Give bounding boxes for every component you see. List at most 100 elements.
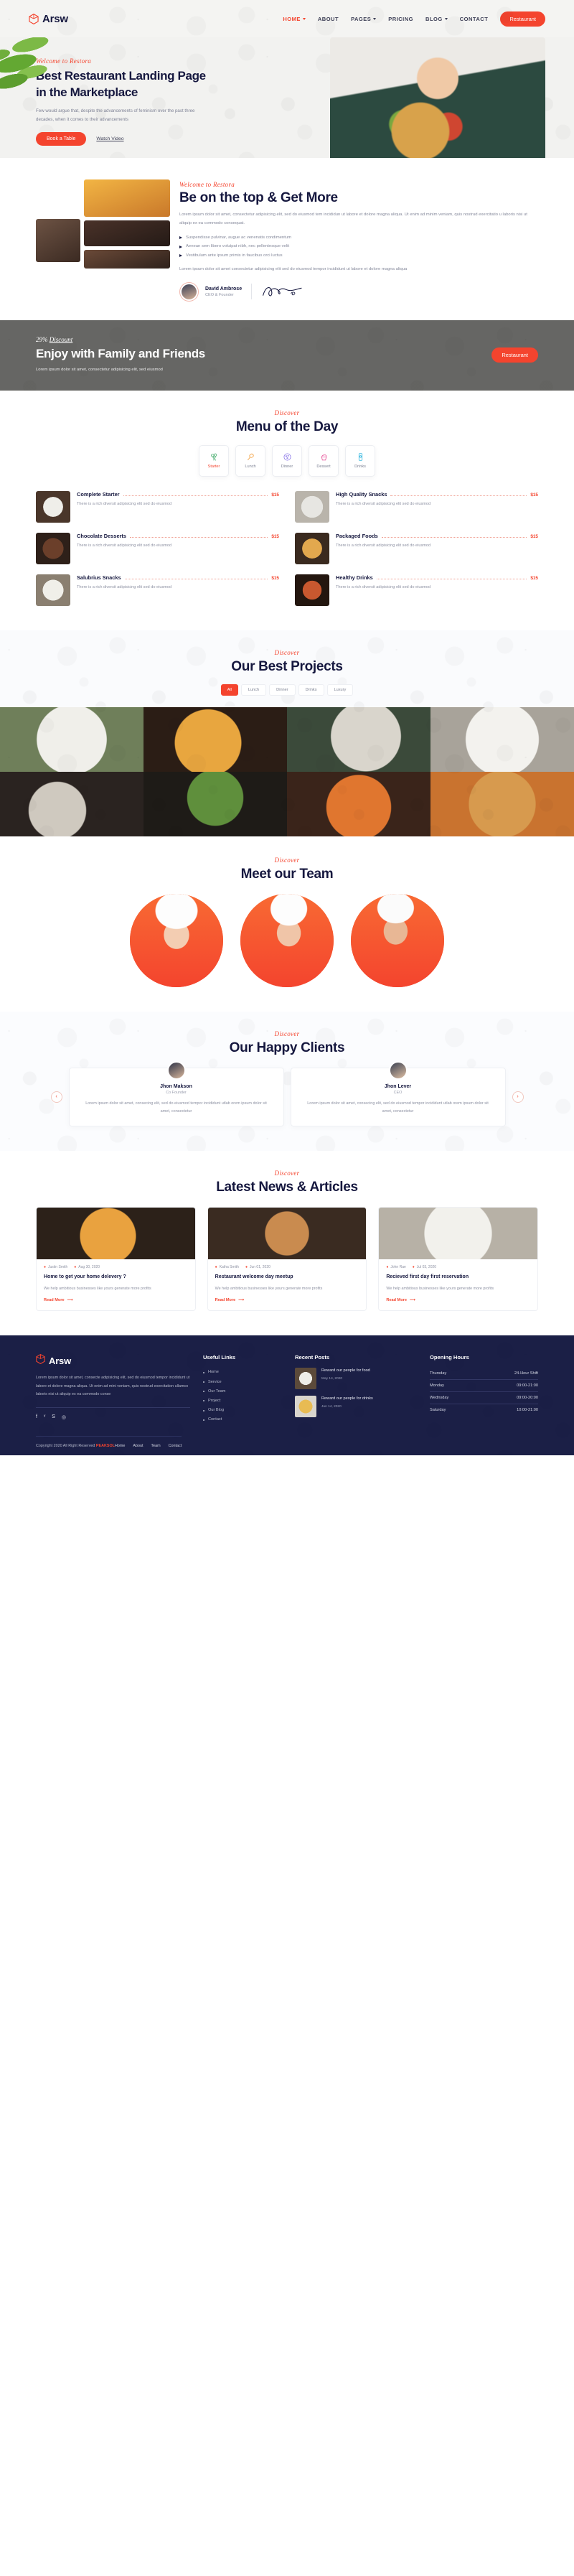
team-member-avatar xyxy=(351,893,444,987)
project-filter-dinner[interactable]: Dinner xyxy=(269,683,296,696)
site-logo[interactable]: Arsw xyxy=(29,13,68,25)
team-member[interactable] xyxy=(130,893,223,987)
team-member[interactable] xyxy=(240,893,334,987)
footer-link-our-blog[interactable]: Our Blog xyxy=(203,1406,282,1415)
project-filter-all[interactable]: All xyxy=(220,683,238,696)
about-bullet-text: Suspendisse pulvinar, augue ac venenatis… xyxy=(186,235,292,241)
menu-item-price: $15 xyxy=(271,575,279,581)
footer-bottom-link-team[interactable]: Team xyxy=(151,1444,160,1448)
hours-row: Wednsday 09:00-20:00 xyxy=(430,1392,538,1404)
menu-tab-dinner[interactable]: Dinner xyxy=(272,444,302,477)
nav-label: PAGES xyxy=(351,15,372,22)
promo-restaurant-button[interactable]: Restaurant xyxy=(491,347,538,363)
project-tile[interactable] xyxy=(144,771,287,836)
menu-item-price: $15 xyxy=(530,492,538,498)
blog-author: ● John Rae xyxy=(386,1264,406,1269)
nav-item-about[interactable]: ABOUT xyxy=(318,16,339,22)
client-name: Jhon Makson xyxy=(160,1083,192,1089)
blog-author: ● Justin Smith xyxy=(44,1264,68,1269)
header-restaurant-button[interactable]: Restaurant xyxy=(500,11,545,27)
hero-section: Welcome to Restora Best Restaurant Landi… xyxy=(0,37,574,158)
client-card: Jhon Makson Co Founder Lorem ipsum dolor… xyxy=(68,1060,284,1126)
project-tile[interactable] xyxy=(430,771,574,836)
footer-link-project[interactable]: Project xyxy=(203,1396,282,1406)
menu-item[interactable]: Salubrius Snacks $15 There is a rich div… xyxy=(36,574,279,606)
blog-card[interactable]: ● John Rae ● Jul 03, 2020 Recieved first d… xyxy=(378,1206,538,1312)
project-filter-luxury[interactable]: Luxury xyxy=(326,683,354,696)
read-more-link[interactable]: Read More ⟶ xyxy=(37,1292,195,1310)
chevron-down-icon xyxy=(444,17,448,20)
footer-recent-post[interactable]: Reward our people for drinks Jun 14, 202… xyxy=(295,1396,417,1418)
menu-tab-drinks[interactable]: Drinks xyxy=(345,444,375,477)
book-a-table-button[interactable]: Book a Table xyxy=(36,132,87,146)
read-more-link[interactable]: Read More ⟶ xyxy=(208,1292,367,1310)
promo-title: Enjoy with Family and Friends xyxy=(36,346,205,360)
client-role: Co Founder xyxy=(166,1090,187,1095)
menu-tab-lunch[interactable]: Lunch xyxy=(235,444,265,477)
menu-tab-label: Drinks xyxy=(354,465,366,470)
menu-tab-starter[interactable]: Starter xyxy=(199,444,229,477)
project-filter-lunch[interactable]: Lunch xyxy=(240,683,267,696)
site-header: Arsw HOME ABOUT PAGES PRICING BLOG CONTA… xyxy=(0,0,574,37)
menu-tab-dessert[interactable]: Dessert xyxy=(309,444,339,477)
clients-title: Our Happy Clients xyxy=(229,1040,345,1055)
blog-date: ● Aug 30, 2020 xyxy=(74,1264,100,1269)
footer-links-list: Home Service Our Team Project Our Blog C… xyxy=(203,1368,282,1424)
project-tile[interactable] xyxy=(287,706,430,772)
chevron-left-icon[interactable]: ‹ xyxy=(50,1091,62,1103)
blog-card[interactable]: ● Justin Smith ● Aug 30, 2020 Home to get … xyxy=(36,1206,196,1312)
team-member[interactable] xyxy=(351,893,444,987)
hours-day: Monday xyxy=(430,1383,444,1389)
menu-item[interactable]: Packaged Foods $15 There is a rich diver… xyxy=(295,532,538,564)
copyright-brand: PEAKSOL xyxy=(95,1444,115,1449)
about-eyebrow: Welcome to Restora xyxy=(179,181,235,188)
menu-tab-label: Dessert xyxy=(316,465,331,470)
hours-time: 24-Hour Shift xyxy=(514,1371,538,1376)
footer-bottom-link-home[interactable]: Home xyxy=(115,1444,125,1448)
footer-recent-post[interactable]: Reward our people for food May 14, 2020 xyxy=(295,1368,417,1390)
project-filter-drinks[interactable]: Drinks xyxy=(298,683,324,696)
client-role: CEO xyxy=(393,1090,403,1095)
project-tile[interactable] xyxy=(144,706,287,772)
main-nav: HOME ABOUT PAGES PRICING BLOG CONTACT Re… xyxy=(283,11,545,27)
footer-link-contact[interactable]: Contact xyxy=(203,1415,282,1424)
promo-discount: 29% Discount xyxy=(36,336,491,343)
footer-logo[interactable]: Arsw xyxy=(36,1354,190,1368)
menu-tab-label: Lunch xyxy=(245,465,256,470)
bullet-dot-icon xyxy=(203,1409,204,1411)
footer-link-our-team[interactable]: Our Team xyxy=(203,1387,282,1396)
clients-eyebrow: Discover xyxy=(274,1030,300,1037)
menu-item[interactable]: Healthy Drinks $15 There is a rich diver… xyxy=(295,574,538,606)
project-tile[interactable] xyxy=(0,771,144,836)
team-title: Meet our Team xyxy=(240,866,334,882)
about-bullet-text: Vestibulum ante ipsum primis in faucibus… xyxy=(186,253,283,258)
blog-card[interactable]: ● Katha Smith ● Jun 01, 2020 Restaurant we… xyxy=(207,1206,367,1312)
chevron-right-icon[interactable]: › xyxy=(512,1091,524,1103)
footer-bottom-link-contact[interactable]: Contact xyxy=(169,1444,182,1448)
promo-paragraph: Lorem ipsum dolor sit amet, consectetur … xyxy=(36,367,163,372)
twitter-icon[interactable]: ᵛ xyxy=(44,1414,45,1420)
read-more-link[interactable]: Read More ⟶ xyxy=(379,1292,537,1310)
footer-links-title: Useful Links xyxy=(203,1354,236,1361)
nav-item-pages[interactable]: PAGES xyxy=(351,15,377,22)
instagram-icon[interactable]: ◎ xyxy=(62,1414,66,1420)
footer-post-date: Jun 14, 2020 xyxy=(321,1404,342,1409)
project-tile[interactable] xyxy=(0,706,144,772)
footer-link-home[interactable]: Home xyxy=(203,1368,282,1377)
menu-item-thumb xyxy=(295,532,329,564)
footer-link-service[interactable]: Service xyxy=(203,1378,282,1387)
menu-item[interactable]: High Quality Snacks $15 There is a rich … xyxy=(295,490,538,523)
skype-icon[interactable]: S xyxy=(52,1414,55,1420)
facebook-icon[interactable]: f xyxy=(36,1414,37,1420)
project-tile[interactable] xyxy=(287,771,430,836)
menu-item[interactable]: Complete Starter $15 There is a rich div… xyxy=(36,490,279,523)
footer-hours-title: Opening Hours xyxy=(430,1354,469,1361)
project-tile[interactable] xyxy=(430,706,574,772)
nav-item-pricing[interactable]: PRICING xyxy=(388,16,413,22)
nav-item-home[interactable]: HOME xyxy=(283,16,306,22)
nav-item-contact[interactable]: CONTACT xyxy=(460,16,489,22)
footer-bottom-link-about[interactable]: About xyxy=(133,1444,143,1448)
watch-video-link[interactable]: Watch Video xyxy=(96,136,123,141)
nav-item-blog[interactable]: BLOG xyxy=(425,16,448,22)
menu-item[interactable]: Chocolate Desserts $15 There is a rich d… xyxy=(36,532,279,564)
